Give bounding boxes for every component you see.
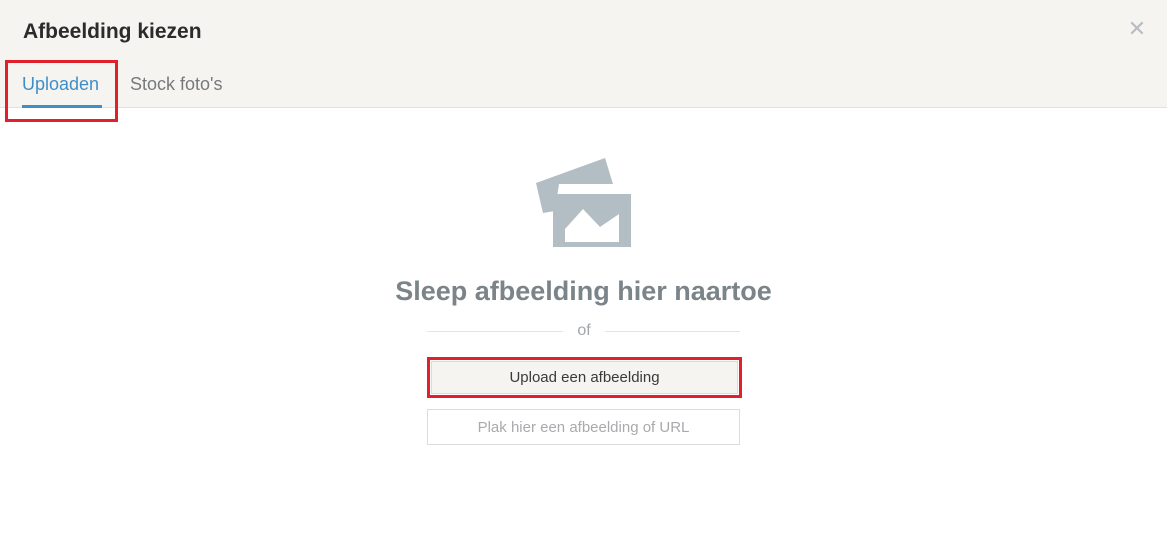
dialog-header: Afbeelding kiezen ✕ Uploaden Stock foto'… — [0, 0, 1167, 108]
drop-zone-text: Sleep afbeelding hier naartoe — [395, 276, 772, 306]
divider-text: of — [577, 322, 591, 339]
image-url-input[interactable] — [427, 409, 740, 445]
dialog-title: Afbeelding kiezen — [23, 20, 202, 43]
close-icon[interactable]: ✕ — [1126, 18, 1148, 40]
tab-uploaden[interactable]: Uploaden — [22, 74, 99, 95]
upload-image-button[interactable]: Upload een afbeelding — [431, 361, 738, 394]
image-icon — [536, 158, 631, 247]
tab-stock-fotos[interactable]: Stock foto's — [130, 74, 222, 95]
active-tab-indicator — [22, 105, 102, 108]
divider-line — [605, 331, 740, 332]
divider-line — [427, 331, 563, 332]
